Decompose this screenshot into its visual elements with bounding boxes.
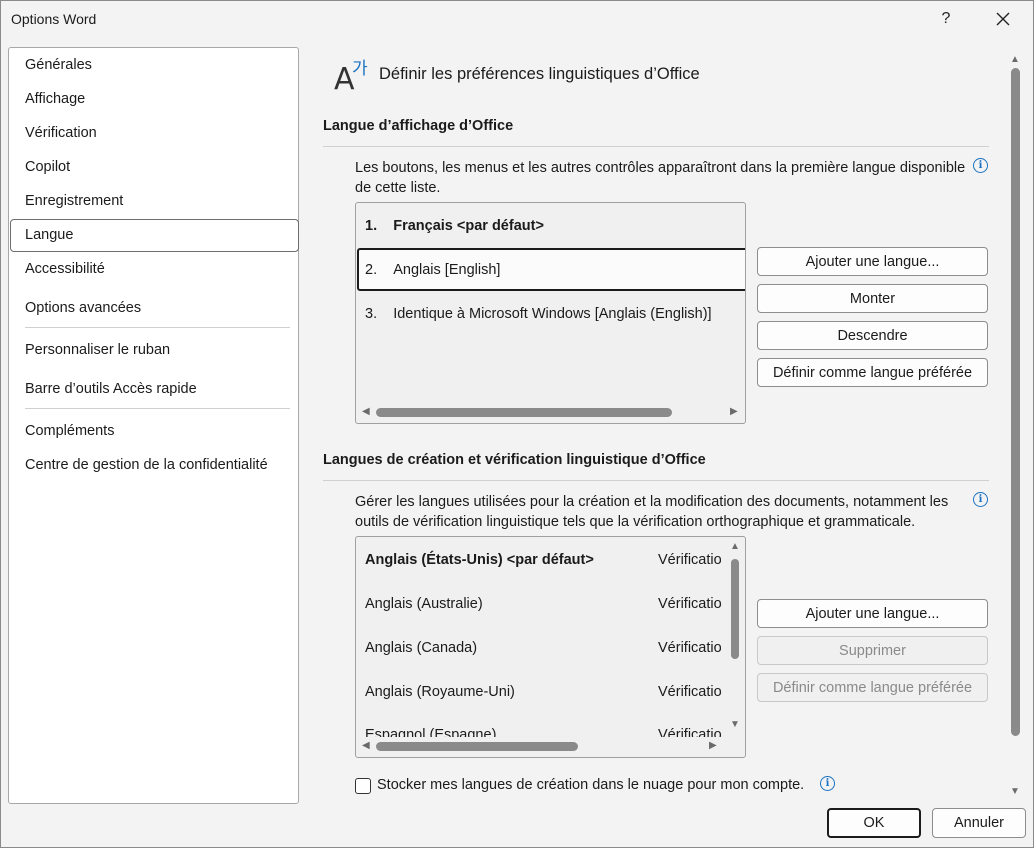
scroll-down-icon[interactable]: ▼ xyxy=(1010,786,1020,797)
scroll-right-icon[interactable]: ▶ xyxy=(730,406,738,417)
nav-item-options-avancees[interactable]: Options avancées xyxy=(25,300,141,316)
language-status: Vérificatio xyxy=(658,727,722,737)
scroll-left-icon[interactable]: ◀ xyxy=(362,740,370,751)
list-item[interactable]: Anglais (Australie) xyxy=(365,596,483,612)
nav-item-copilot[interactable]: Copilot xyxy=(25,159,70,175)
cancel-button[interactable]: Annuler xyxy=(932,808,1026,838)
nav-item-personnaliser-ruban[interactable]: Personnaliser le ruban xyxy=(25,342,170,358)
list-item[interactable]: Anglais (États-Unis) <par défaut> xyxy=(365,552,594,568)
display-language-description: Les boutons, les menus et les autres con… xyxy=(355,160,966,196)
add-authoring-language-button[interactable]: Ajouter une langue... xyxy=(757,599,988,628)
move-down-button[interactable]: Descendre xyxy=(757,321,988,350)
remove-language-button[interactable]: Supprimer xyxy=(757,636,988,665)
authoring-language-heading: Langues de création et vérification ling… xyxy=(323,452,706,468)
language-status: Vérificatio xyxy=(658,684,722,700)
language-status: Vérificatio xyxy=(658,552,722,568)
nav-item-enregistrement[interactable]: Enregistrement xyxy=(25,193,123,209)
nav-item-accessibilite[interactable]: Accessibilité xyxy=(25,261,105,277)
nav-divider xyxy=(25,408,290,409)
nav-divider xyxy=(25,327,290,328)
vertical-scrollbar[interactable] xyxy=(731,559,739,659)
language-icon: A 가 xyxy=(334,59,368,97)
horizontal-scrollbar[interactable] xyxy=(376,408,672,417)
close-icon xyxy=(996,12,1010,26)
scroll-up-icon[interactable]: ▲ xyxy=(1010,54,1020,65)
list-item[interactable]: Espagnol (Espagne) xyxy=(365,727,496,737)
scroll-right-icon[interactable]: ▶ xyxy=(709,740,717,751)
nav-item-affichage[interactable]: Affichage xyxy=(25,91,85,107)
info-icon[interactable]: i xyxy=(973,158,988,173)
horizontal-scrollbar[interactable] xyxy=(376,742,578,751)
display-language-heading: Langue d’affichage d’Office xyxy=(323,118,514,134)
authoring-language-description: Gérer les langues utilisées pour la créa… xyxy=(355,494,949,530)
close-button[interactable] xyxy=(981,4,1025,34)
nav-item-confidentialite[interactable]: Centre de gestion de la confidentialité xyxy=(25,457,268,473)
list-item[interactable]: Anglais (Canada) xyxy=(365,640,477,656)
nav-item-verification[interactable]: Vérification xyxy=(25,125,97,141)
nav-item-barre-acces-rapide[interactable]: Barre d’outils Accès rapide xyxy=(25,381,197,397)
set-preferred-authoring-button[interactable]: Définir comme langue préférée xyxy=(757,673,988,702)
nav-item-generales[interactable]: Générales xyxy=(25,57,92,73)
ok-button[interactable]: OK xyxy=(827,808,921,838)
set-preferred-display-button[interactable]: Définir comme langue préférée xyxy=(757,358,988,387)
list-item[interactable]: Anglais (Royaume-Uni) xyxy=(365,684,515,700)
page-title: Définir les préférences linguistiques d’… xyxy=(379,65,700,83)
selected-list-item[interactable]: 2. Anglais [English] xyxy=(357,248,745,291)
info-icon[interactable]: i xyxy=(820,776,835,791)
authoring-language-list[interactable]: Anglais (États-Unis) <par défaut> Vérifi… xyxy=(355,536,746,758)
info-icon[interactable]: i xyxy=(973,492,988,507)
add-display-language-button[interactable]: Ajouter une langue... xyxy=(757,247,988,276)
language-status: Vérificatio xyxy=(658,640,722,656)
section-divider xyxy=(323,480,989,481)
cloud-storage-checkbox[interactable] xyxy=(355,778,371,794)
help-button[interactable]: ? xyxy=(924,4,968,34)
list-item[interactable]: 1. Français <par défaut> xyxy=(365,218,544,234)
scroll-up-icon[interactable]: ▲ xyxy=(730,541,740,552)
section-divider xyxy=(323,146,989,147)
category-nav: Générales Affichage Vérification Copilot… xyxy=(8,47,299,804)
display-language-list[interactable]: 1. Français <par défaut> 2. Anglais [Eng… xyxy=(355,202,746,424)
nav-item-complements[interactable]: Compléments xyxy=(25,423,114,439)
cloud-storage-label[interactable]: Stocker mes langues de création dans le … xyxy=(377,777,804,793)
scroll-down-icon[interactable]: ▼ xyxy=(730,719,740,730)
nav-item-langue[interactable]: Langue xyxy=(25,227,73,243)
language-status: Vérificatio xyxy=(658,596,722,612)
scroll-left-icon[interactable]: ◀ xyxy=(362,406,370,417)
list-item[interactable]: 3. Identique à Microsoft Windows [Anglai… xyxy=(365,306,712,322)
window-title: Options Word xyxy=(11,11,97,27)
main-vertical-scrollbar[interactable] xyxy=(1011,68,1020,736)
move-up-button[interactable]: Monter xyxy=(757,284,988,313)
